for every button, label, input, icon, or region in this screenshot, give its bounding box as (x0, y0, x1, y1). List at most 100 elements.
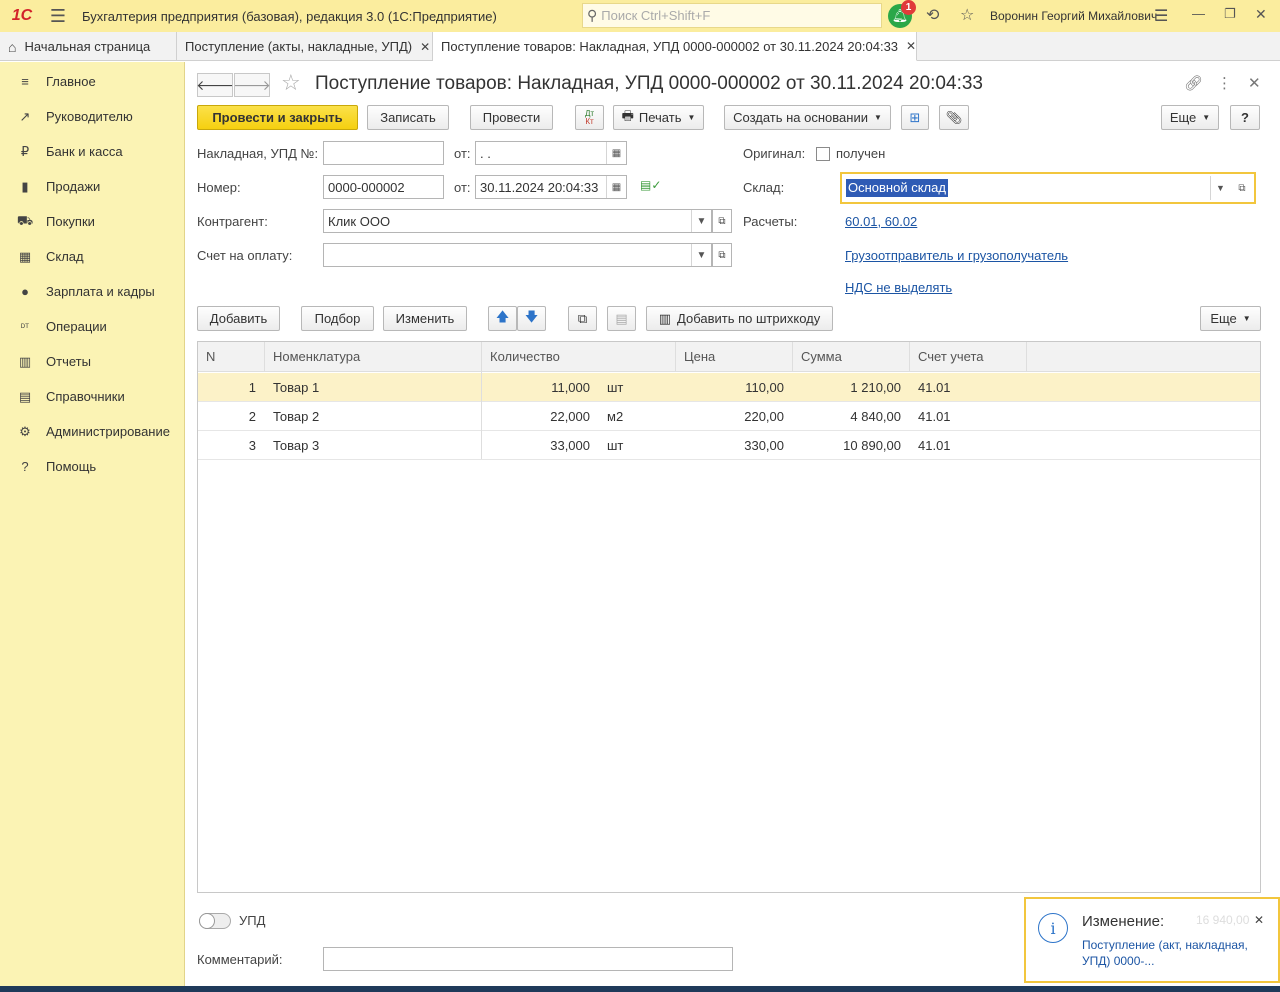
document-date-input[interactable]: 30.11.2024 20:04:33 ▦ (475, 175, 627, 199)
column-header-account[interactable]: Счет учета (910, 342, 1027, 372)
search-input[interactable]: ⚲ Поиск Ctrl+Shift+F (582, 3, 882, 28)
print-label: Печать (638, 110, 682, 125)
sidebar-item-purchases[interactable]: ⛟ Покупки (0, 204, 184, 239)
tab-home[interactable]: ⌂ Начальная страница (0, 32, 177, 61)
favorites-star-icon[interactable]: ☆ (960, 5, 974, 25)
tab-receipt-document[interactable]: Поступление товаров: Накладная, УПД 0000… (433, 32, 917, 61)
sidebar-item-salary[interactable]: ● Зарплата и кадры (0, 274, 184, 309)
upd-toggle[interactable] (199, 913, 231, 929)
add-by-barcode-button[interactable]: ▥ Добавить по штрихкоду (646, 306, 833, 331)
move-up-button[interactable]: 🡅 (488, 306, 517, 331)
toggle-knob (199, 913, 215, 929)
open-warehouse-icon[interactable]: ⧉ (1232, 176, 1252, 200)
invoice-number-input[interactable] (323, 141, 444, 165)
move-down-button[interactable]: 🡇 (517, 306, 546, 331)
comment-input[interactable] (323, 947, 733, 971)
close-icon[interactable]: ✕ (1248, 74, 1261, 92)
back-button[interactable]: 🡐 (196, 73, 234, 97)
history-icon[interactable]: ⟲ (926, 5, 939, 25)
dropdown-icon[interactable]: ▼ (691, 244, 711, 266)
attach-button[interactable]: 📎︎ (939, 105, 969, 130)
sidebar-item-directories[interactable]: ▤ Справочники (0, 379, 184, 414)
notifications-bell-icon[interactable]: 🔔︎ 1 (888, 0, 916, 28)
pick-button[interactable]: Подбор (301, 306, 374, 331)
link-icon[interactable]: 🔗︎ (1184, 74, 1203, 92)
add-row-button[interactable]: Добавить (197, 306, 280, 331)
dtkt-button[interactable]: Дт Кт (575, 105, 604, 130)
cell-sum: 1 210,00 (850, 380, 901, 395)
column-header-price[interactable]: Цена (676, 342, 793, 372)
settings-menu-icon[interactable]: ☰ (1154, 6, 1168, 26)
dropdown-icon[interactable]: ▼ (691, 210, 711, 232)
open-payment-invoice-button[interactable]: ⧉ (712, 243, 732, 267)
dropdown-icon[interactable]: ▼ (1210, 176, 1230, 200)
paste-button[interactable]: ▤ (607, 306, 636, 331)
notification-link[interactable]: Поступление (акт, накладная, УПД) 0000-.… (1082, 937, 1262, 969)
tab-receipts-list-label: Поступление (акты, накладные, УПД) (185, 39, 413, 54)
calendar-icon[interactable]: ▦ (606, 176, 626, 198)
payment-invoice-input[interactable]: ▼ (323, 243, 712, 267)
save-button[interactable]: Записать (367, 105, 449, 130)
goods-table[interactable]: N Номенклатура Количество Цена Сумма Сче… (197, 341, 1261, 893)
sidebar-item-admin[interactable]: ⚙ Администрирование (0, 414, 184, 449)
column-header-sum[interactable]: Сумма (793, 342, 910, 372)
home-icon: ⌂ (8, 38, 17, 55)
os-taskbar (0, 986, 1280, 992)
menu-icon[interactable]: ☰ (44, 0, 72, 32)
table-row[interactable]: 1 Товар 1 11,000 шт 110,00 1 210,00 41.0… (198, 373, 1260, 402)
close-tab-icon[interactable]: ✕ (420, 40, 430, 54)
sidebar-item-bank[interactable]: ₽ Банк и касса (0, 134, 184, 169)
table-row[interactable]: 2 Товар 2 22,000 м2 220,00 4 840,00 41.0… (198, 402, 1260, 431)
vat-link[interactable]: НДС не выделять (845, 280, 952, 295)
post-and-close-button[interactable]: Провести и закрыть (197, 105, 358, 130)
original-received-checkbox[interactable] (816, 147, 830, 161)
close-notification-icon[interactable]: ✕ (1254, 913, 1264, 927)
restore-icon[interactable]: ❐ (1224, 6, 1236, 22)
consignor-link[interactable]: Грузоотправитель и грузополучатель (845, 248, 1068, 263)
number-input[interactable]: 0000-000002 (323, 175, 444, 199)
sidebar-item-label: Помощь (46, 459, 97, 474)
sidebar-item-main[interactable]: ≡ Главное (0, 64, 184, 99)
column-header-quantity[interactable]: Количество (482, 342, 676, 372)
edit-button[interactable]: Изменить (383, 306, 467, 331)
forward-button[interactable]: 🡒 (233, 73, 271, 97)
sidebar-item-reports[interactable]: ▥ Отчеты (0, 344, 184, 379)
minimize-icon[interactable]: — (1192, 6, 1205, 21)
cell-unit: шт (607, 438, 624, 453)
background-total-text: 16 940,00 (1196, 913, 1250, 927)
sidebar-item-sales[interactable]: ▮ Продажи (0, 169, 184, 204)
structure-button[interactable]: ⊞ (901, 105, 929, 130)
sidebar-item-warehouse[interactable]: ▦ Склад (0, 239, 184, 274)
close-tab-icon[interactable]: ✕ (906, 39, 916, 53)
sidebar-item-operations[interactable]: ᴰᵀ Операции (0, 309, 184, 344)
column-header-item[interactable]: Номенклатура (265, 342, 482, 372)
settlements-link[interactable]: 60.01, 60.02 (845, 214, 917, 229)
warehouse-input[interactable]: Основной склад ▼ ⧉ (840, 172, 1256, 204)
counterparty-input[interactable]: Клик ООО ▼ (323, 209, 712, 233)
column-header-n[interactable]: N (198, 342, 265, 372)
table-more-button[interactable]: Еще ▼ (1200, 306, 1261, 331)
print-button[interactable]: 🖶 Печать ▼ (613, 105, 704, 130)
info-icon: i (1038, 913, 1068, 943)
calendar-icon[interactable]: ▦ (606, 142, 626, 164)
favorite-star-icon[interactable]: ☆ (281, 70, 301, 96)
more-vertical-icon[interactable]: ⋮ (1217, 74, 1232, 92)
open-counterparty-button[interactable]: ⧉ (712, 209, 732, 233)
status-posted-icon[interactable]: ▤✓ (640, 178, 661, 192)
printer-icon: 🖶 (621, 107, 634, 123)
change-notification[interactable]: 16 940,00 i Изменение: Поступление (акт,… (1024, 897, 1280, 983)
table-row[interactable]: 3 Товар 3 33,000 шт 330,00 10 890,00 41.… (198, 431, 1260, 460)
close-window-icon[interactable]: ✕ (1255, 6, 1267, 23)
sidebar-item-help[interactable]: ? Помощь (0, 449, 184, 484)
user-name[interactable]: Воронин Георгий Михайлович (990, 9, 1157, 23)
create-based-on-button[interactable]: Создать на основании ▼ (724, 105, 891, 130)
sidebar-item-label: Отчеты (46, 354, 91, 369)
help-button[interactable]: ? (1230, 105, 1260, 130)
tab-receipts-list[interactable]: Поступление (акты, накладные, УПД) ✕ (177, 32, 433, 61)
invoice-date-input[interactable]: . . ▦ (475, 141, 627, 165)
copy-row-button[interactable]: ⧉ (568, 306, 597, 331)
post-button[interactable]: Провести (470, 105, 553, 130)
comment-label: Комментарий: (197, 952, 283, 967)
more-button[interactable]: Еще ▼ (1161, 105, 1219, 130)
sidebar-item-manager[interactable]: ↗ Руководителю (0, 99, 184, 134)
